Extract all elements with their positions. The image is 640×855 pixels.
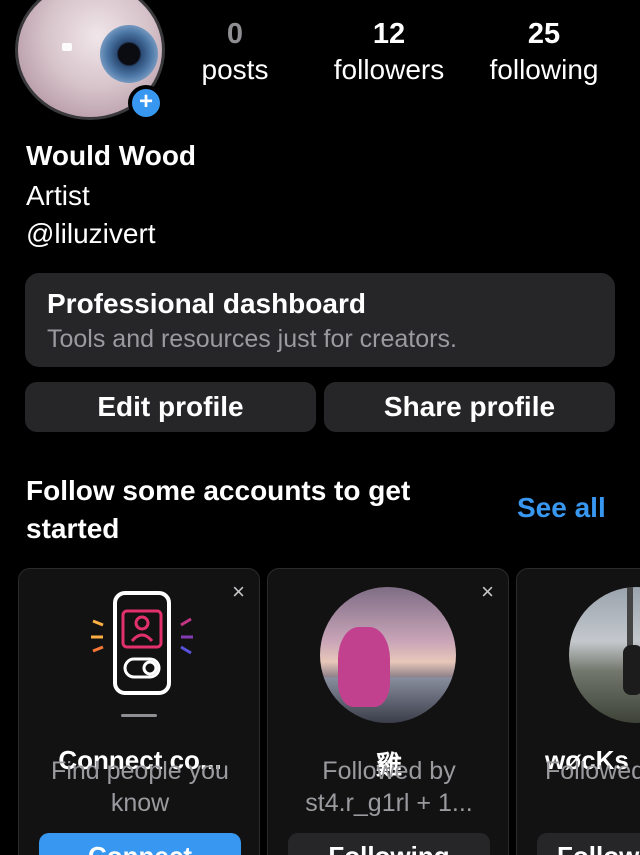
close-icon[interactable]: × — [481, 579, 494, 605]
followers-stat[interactable]: 12 followers — [322, 16, 456, 88]
dashboard-title: Professional dashboard — [47, 288, 366, 319]
see-all-link[interactable]: See all — [517, 492, 606, 524]
following-stat[interactable]: 25 following — [478, 16, 610, 88]
suggestion-card-account: wøcKs Followed by shxwity. Follow — [516, 568, 640, 855]
following-button[interactable]: Following — [288, 833, 490, 855]
profile-handle[interactable]: @liluzivert — [26, 218, 156, 250]
card-subtitle: Followed by st4.r_g1rl + 1... — [305, 757, 473, 817]
suggestions-heading: Follow some accounts to get started — [26, 475, 411, 544]
posts-label: posts — [201, 54, 269, 85]
followers-count: 12 — [372, 18, 406, 50]
profile-page: + 0 posts 12 followers 25 following Woul… — [0, 0, 640, 855]
avatar-photo-person — [623, 645, 640, 695]
follow-button[interactable]: Follow — [537, 833, 640, 855]
eye-iris-graphic — [100, 25, 158, 83]
posts-count: 0 — [226, 18, 244, 50]
following-count: 25 — [527, 18, 561, 50]
account-avatar[interactable] — [320, 587, 456, 723]
card-subtitle: Find people you know — [51, 757, 229, 817]
suggestion-card-connect-contacts: × Connect co... Find people you know Con… — [18, 568, 260, 855]
suggestion-card-account: × 雞 Followed by st4.r_g1rl + 1... Follow… — [267, 568, 509, 855]
contacts-phone-icon — [91, 591, 193, 695]
close-icon[interactable]: × — [232, 579, 245, 605]
profile-name: Would Wood — [26, 140, 197, 171]
avatar-photo-figure — [338, 627, 390, 707]
dashboard-subtitle: Tools and resources just for creators. — [47, 325, 457, 353]
connect-button[interactable]: Connect — [39, 833, 241, 855]
add-story-plus-icon[interactable]: + — [128, 85, 164, 121]
eye-glint-graphic — [62, 43, 72, 51]
account-avatar[interactable] — [569, 587, 640, 723]
card-subtitle: Followed by shxwity. — [545, 757, 640, 785]
edit-profile-button[interactable]: Edit profile — [25, 382, 316, 432]
followers-label: followers — [333, 54, 445, 85]
share-profile-button[interactable]: Share profile — [324, 382, 615, 432]
avatar-container[interactable]: + — [10, 0, 170, 121]
following-label: following — [489, 54, 599, 85]
posts-stat[interactable]: 0 posts — [188, 16, 282, 88]
card-divider — [121, 714, 157, 717]
professional-dashboard-button[interactable]: Professional dashboard Tools and resourc… — [25, 273, 615, 367]
profile-category: Artist — [26, 180, 90, 211]
